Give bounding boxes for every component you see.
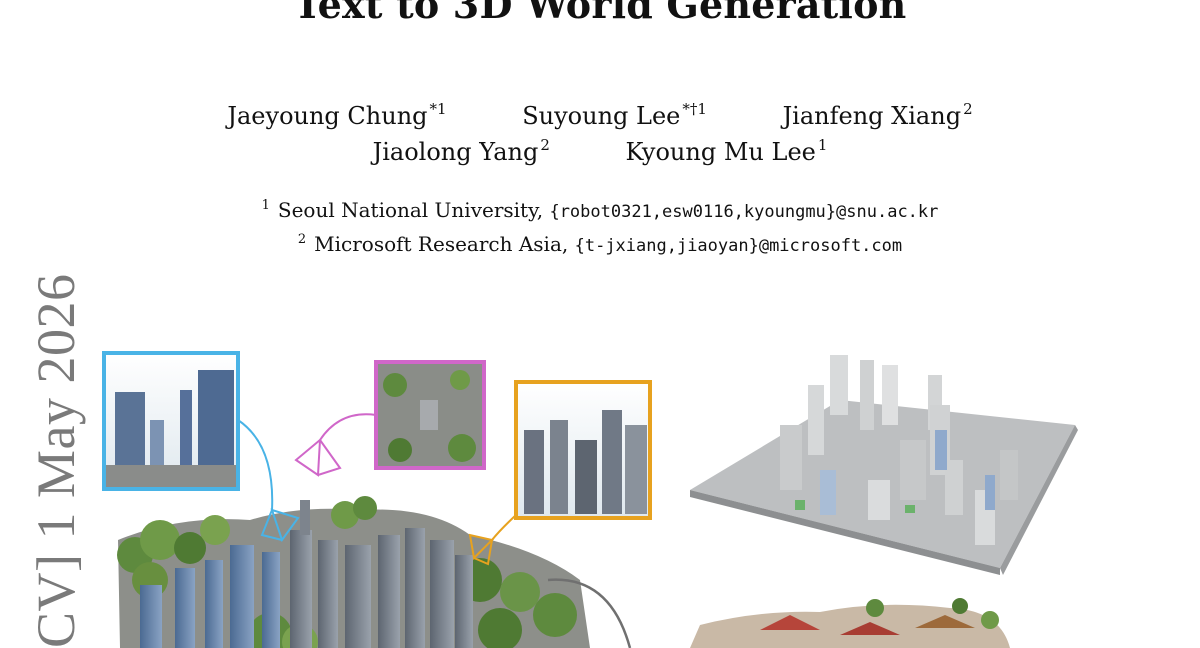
- teaser-figure: [102, 351, 1078, 648]
- affiliation: 2 Microsoft Research Asia, {t-jxiang,jiao…: [0, 232, 1200, 256]
- city-model-render: [690, 355, 1078, 575]
- author: Kyoung Mu Lee 1: [626, 136, 828, 166]
- author-name: Kyoung Mu Lee: [625, 138, 816, 166]
- author-affil-mark: *†1: [682, 100, 707, 118]
- affiliation-number: 1: [261, 198, 270, 213]
- author-name: Suyoung Lee: [522, 102, 681, 130]
- author: Jianfeng Xiang 2: [783, 100, 973, 130]
- author: Jiaolong Yang 2: [373, 136, 550, 166]
- view-thumbnail-magenta: [374, 360, 486, 470]
- author-name: Jiaolong Yang: [372, 138, 539, 166]
- camera-frustum-magenta: [294, 437, 342, 477]
- author-name: Jaeyoung Chung: [227, 102, 428, 130]
- affiliation-name: Microsoft Research Asia,: [314, 232, 569, 256]
- author-affil-mark: 2: [963, 100, 973, 118]
- affiliation-name: Seoul National University,: [277, 198, 544, 222]
- paper-title: Text to 3D World Generation: [293, 0, 907, 27]
- affiliation-number: 2: [297, 232, 307, 247]
- view-thumbnail-orange: [514, 380, 652, 520]
- view-thumbnail-blue: [102, 351, 240, 491]
- author-name: Jianfeng Xiang: [782, 102, 962, 130]
- author-affil-mark: 1: [817, 136, 828, 154]
- author-affil-mark: 2: [540, 136, 550, 154]
- affiliation-email: {robot0321,esw0116,kyoungmu}@snu.ac.kr: [549, 202, 939, 222]
- affiliation-email: {t-jxiang,jiaoyan}@microsoft.com: [574, 236, 903, 256]
- authors-row-1: Jaeyoung Chung *1 Suyoung Lee *†1 Jianfeng…: [0, 100, 1200, 130]
- affiliation: 1 Seoul National University, {robot0321,e…: [0, 198, 1200, 222]
- village-render: [690, 598, 1010, 648]
- authors-row-2: Jiaolong Yang 2 Kyoung Mu Lee 1: [0, 136, 1200, 166]
- author: Suyoung Lee *†1: [522, 100, 707, 130]
- author: Jaeyoung Chung *1: [227, 100, 446, 130]
- author-affil-mark: *1: [429, 100, 447, 118]
